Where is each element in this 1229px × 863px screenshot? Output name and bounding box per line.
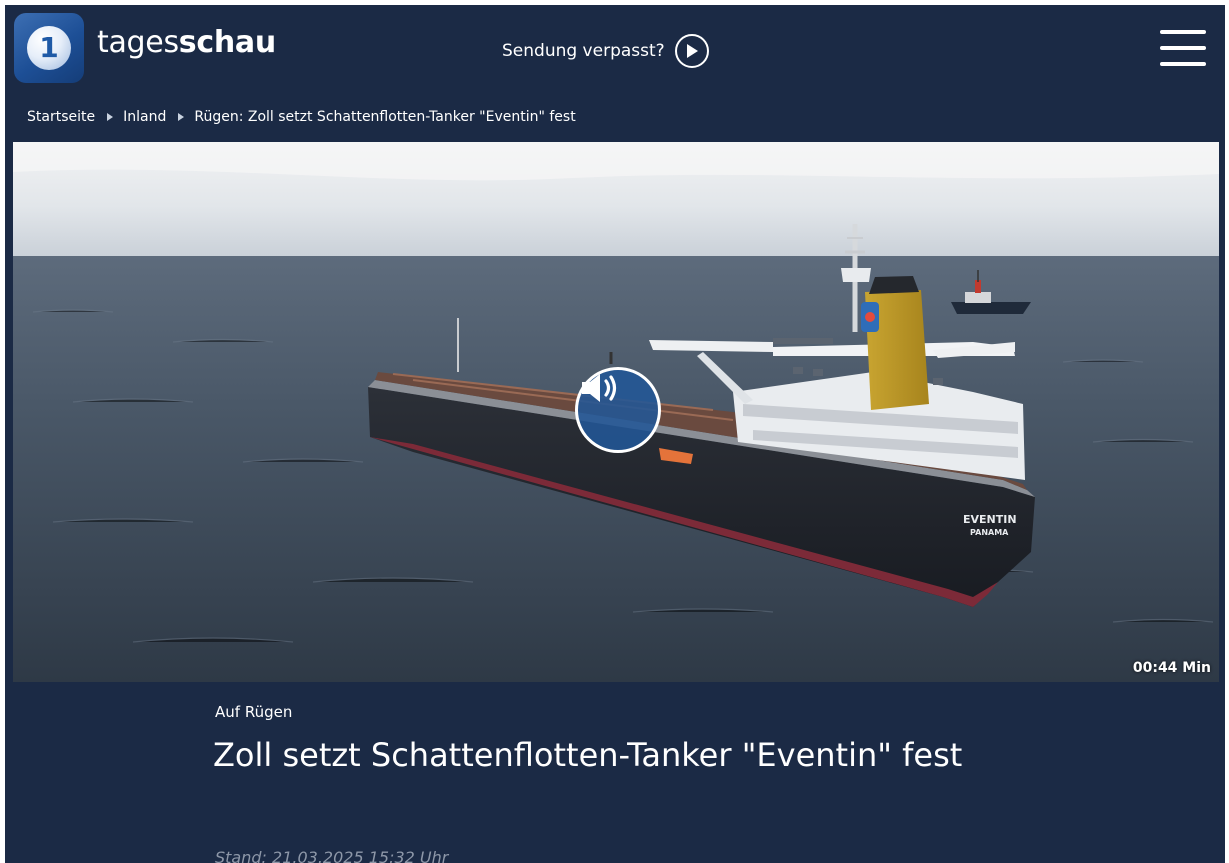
menu-bar — [1160, 62, 1206, 66]
logo-one-glyph: 1 — [39, 31, 59, 64]
video-duration: 00:44 Min — [1132, 660, 1211, 676]
ship-port-text: PANAMA — [970, 528, 1009, 537]
play-icon — [674, 34, 709, 68]
article-topline: Auf Rügen — [215, 703, 293, 721]
site-header: 1 tagesschau Sendung verpasst? — [5, 5, 1225, 97]
speaker-icon — [582, 374, 617, 402]
unmute-button[interactable] — [575, 367, 661, 453]
breadcrumb-current: Rügen: Zoll setzt Schattenflotten-Tanker… — [194, 109, 576, 125]
breadcrumb-inland[interactable]: Inland — [123, 109, 166, 125]
video-player[interactable]: EVENTIN PANAMA 00:44 Min — [13, 142, 1219, 682]
breadcrumb-arrow-icon — [178, 113, 185, 121]
breadcrumb: Startseite Inland Rügen: Zoll setzt Scha… — [27, 109, 576, 125]
brand-light: tages — [97, 25, 179, 60]
brand-bold: schau — [178, 25, 276, 60]
missed-broadcast-label: Sendung verpasst? — [502, 41, 665, 61]
article-timestamp: Stand: 21.03.2025 15:32 Uhr — [215, 848, 449, 863]
menu-bar — [1160, 46, 1206, 50]
article-headline: Zoll setzt Schattenflotten-Tanker "Event… — [213, 736, 963, 774]
page: 1 tagesschau Sendung verpasst? Startseit… — [5, 5, 1225, 863]
breadcrumb-startseite[interactable]: Startseite — [27, 109, 95, 125]
logo-disc: 1 — [27, 26, 71, 70]
brand-wordmark[interactable]: tagesschau — [97, 25, 276, 60]
menu-icon[interactable] — [1160, 28, 1206, 68]
missed-broadcast-link[interactable]: Sendung verpasst? — [502, 34, 709, 68]
ship-name-text: EVENTIN — [963, 513, 1017, 526]
menu-bar — [1160, 30, 1206, 34]
tagesschau-logo-icon[interactable]: 1 — [14, 13, 84, 83]
breadcrumb-arrow-icon — [107, 113, 114, 121]
